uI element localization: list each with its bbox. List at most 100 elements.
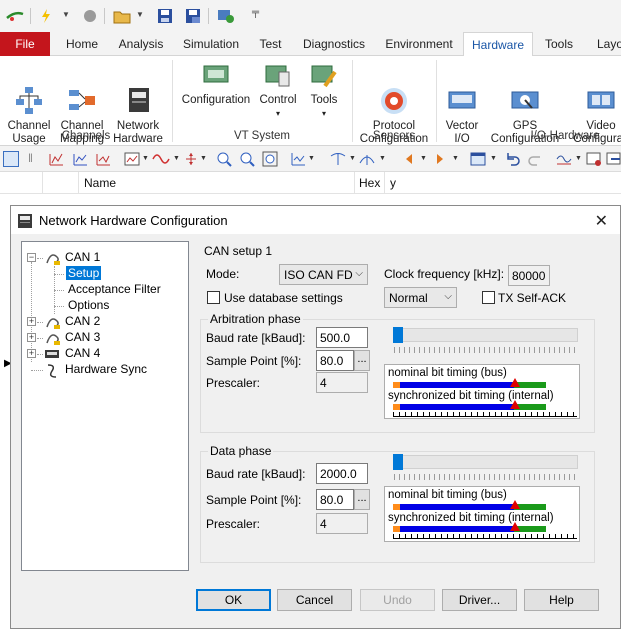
detail-view-icon[interactable] [3,151,19,167]
chart-1-icon[interactable] [48,151,64,167]
tab-file[interactable]: File [0,32,50,56]
tab-environment[interactable]: Environment [380,32,458,56]
arb-baud-slider[interactable] [393,328,578,342]
layout-icon[interactable] [470,151,486,167]
arb-bit-timing-diagram: nominal bit timing (bus) synchronized bi… [384,364,580,419]
expand-can3-icon[interactable]: + [27,333,36,342]
data-baud-field[interactable]: 2000.0 [316,463,368,484]
close-icon[interactable]: ✕ [595,211,608,231]
data-prescaler-field: 4 [316,513,368,534]
data-sample-point-field[interactable]: 80.0 [316,489,354,510]
cancel-button[interactable]: Cancel [277,589,352,611]
chart-2-icon[interactable] [72,151,88,167]
tree-options[interactable]: Options [68,298,109,312]
vt-tools-button[interactable]: Tools ▾ [304,60,344,120]
data-baud-slider-thumb[interactable] [393,454,403,470]
zoom-fit-icon[interactable] [262,151,278,167]
collapse-can1-icon[interactable]: − [27,253,36,262]
open-dropdown-icon[interactable]: ▼ [136,10,144,19]
data-sample-point-more-button[interactable]: ... [354,489,370,510]
data-phase-title: Data phase [208,444,274,458]
network-config-icon[interactable] [217,8,234,24]
help-button[interactable]: Help [524,589,599,611]
mode-select[interactable]: ISO CAN FD ⌵ [279,264,368,285]
next-dropdown-icon[interactable]: ▼ [452,155,459,162]
vt-control-button[interactable]: Control ▾ [256,60,300,120]
undo-button[interactable]: Undo [360,589,435,611]
ok-button[interactable]: OK [196,589,271,611]
expand-can2-icon[interactable]: + [27,317,36,326]
tab-hardware[interactable]: Hardware [463,32,533,57]
tree-can4[interactable]: CAN 4 [65,346,100,360]
tab-test[interactable]: Test [253,32,288,56]
next-icon[interactable] [432,151,448,167]
tree-setup[interactable]: Setup [66,266,102,280]
customize-qat-icon[interactable]: ╤ [252,7,259,18]
stop-measurement-icon[interactable] [82,8,98,24]
export-icon[interactable] [606,151,621,167]
column-name[interactable]: Name [84,176,116,190]
arb-prescaler-field: 4 [316,372,368,393]
tree-hardware-sync[interactable]: Hardware Sync [65,362,147,376]
column-hex[interactable]: Hex [359,176,380,190]
start-measurement-icon[interactable] [38,8,54,24]
arrows-icon[interactable] [183,151,199,167]
zoom-out-icon[interactable] [239,151,255,167]
layout-dropdown-icon[interactable]: ▼ [490,155,497,162]
tree-can1[interactable]: CAN 1 [65,250,100,264]
undo-icon[interactable] [504,151,520,167]
can-setup-panel: CAN setup 1 Mode: ISO CAN FD ⌵ Clock fre… [196,241,601,566]
tree-can3[interactable]: CAN 3 [65,330,100,344]
wave-dropdown-icon[interactable]: ▼ [173,155,180,162]
tab-analysis[interactable]: Analysis [113,32,169,56]
arrows-dropdown-icon[interactable]: ▼ [200,155,207,162]
data-baud-slider[interactable] [393,455,578,469]
save-as-icon[interactable] [185,8,201,24]
ribbon: Channel Usage Channel Mapping Network Ha… [0,56,621,146]
wave-icon[interactable] [152,151,170,167]
canoe-logo-icon[interactable] [6,8,24,24]
redo-icon[interactable] [528,151,544,167]
marker-dropdown-icon[interactable]: ▼ [349,155,356,162]
prev-dropdown-icon[interactable]: ▼ [420,155,427,162]
tab-simulation[interactable]: Simulation [178,32,244,56]
graph-view-icon[interactable] [124,151,140,167]
use-database-checkbox[interactable] [207,291,220,304]
tx-self-ack-checkbox[interactable] [482,291,495,304]
driver-button[interactable]: Driver... [442,589,517,611]
measure-dropdown-icon[interactable]: ▼ [379,155,386,162]
column-y[interactable]: y [390,176,396,190]
arb-baud-field[interactable]: 500.0 [316,327,368,348]
open-folder-icon[interactable] [113,8,131,24]
dialog-titlebar[interactable]: Network Hardware Configuration ✕ [11,206,620,234]
normal-mode-select[interactable]: Normal ⌵ [384,287,457,308]
vt-configuration-button[interactable]: Configuration [178,60,254,107]
start-dropdown-icon[interactable]: ▼ [62,10,70,19]
tab-layout[interactable]: Layo [590,32,621,56]
clock-frequency-field[interactable]: 80000 [508,265,550,286]
axis-dropdown-icon[interactable]: ▼ [308,155,315,162]
tree-acceptance-filter[interactable]: Acceptance Filter [68,282,161,296]
arb-baud-slider-thumb[interactable] [393,327,403,343]
expand-can4-icon[interactable]: + [27,349,36,358]
measure-icon[interactable] [359,151,375,167]
table-settings-icon[interactable] [586,151,602,167]
arb-sample-point-field[interactable]: 80.0 [316,350,354,371]
prev-icon[interactable] [401,151,417,167]
graph-view-dropdown-icon[interactable]: ▼ [142,155,149,162]
tab-tools[interactable]: Tools [538,32,580,56]
zoom-in-icon[interactable] [216,151,232,167]
sync-dropdown-icon[interactable]: ▼ [575,155,582,162]
tab-home[interactable]: Home [58,32,106,56]
quick-access-toolbar: ▼ ▼ ╤ [0,0,621,32]
hardware-tree: − CAN 1 Setup Acceptance Filter Options … [21,241,189,571]
pause-icon[interactable]: ‖ [28,151,44,167]
sync-chart-icon[interactable] [556,151,572,167]
tab-diagnostics[interactable]: Diagnostics [298,32,370,56]
vector-io-button[interactable]: Vector I/O [440,60,484,146]
marker-icon[interactable] [330,151,346,167]
arb-sample-point-more-button[interactable]: ... [354,350,370,371]
tree-can2[interactable]: CAN 2 [65,314,100,328]
axis-icon[interactable] [290,151,306,167]
save-icon[interactable] [157,8,173,24]
